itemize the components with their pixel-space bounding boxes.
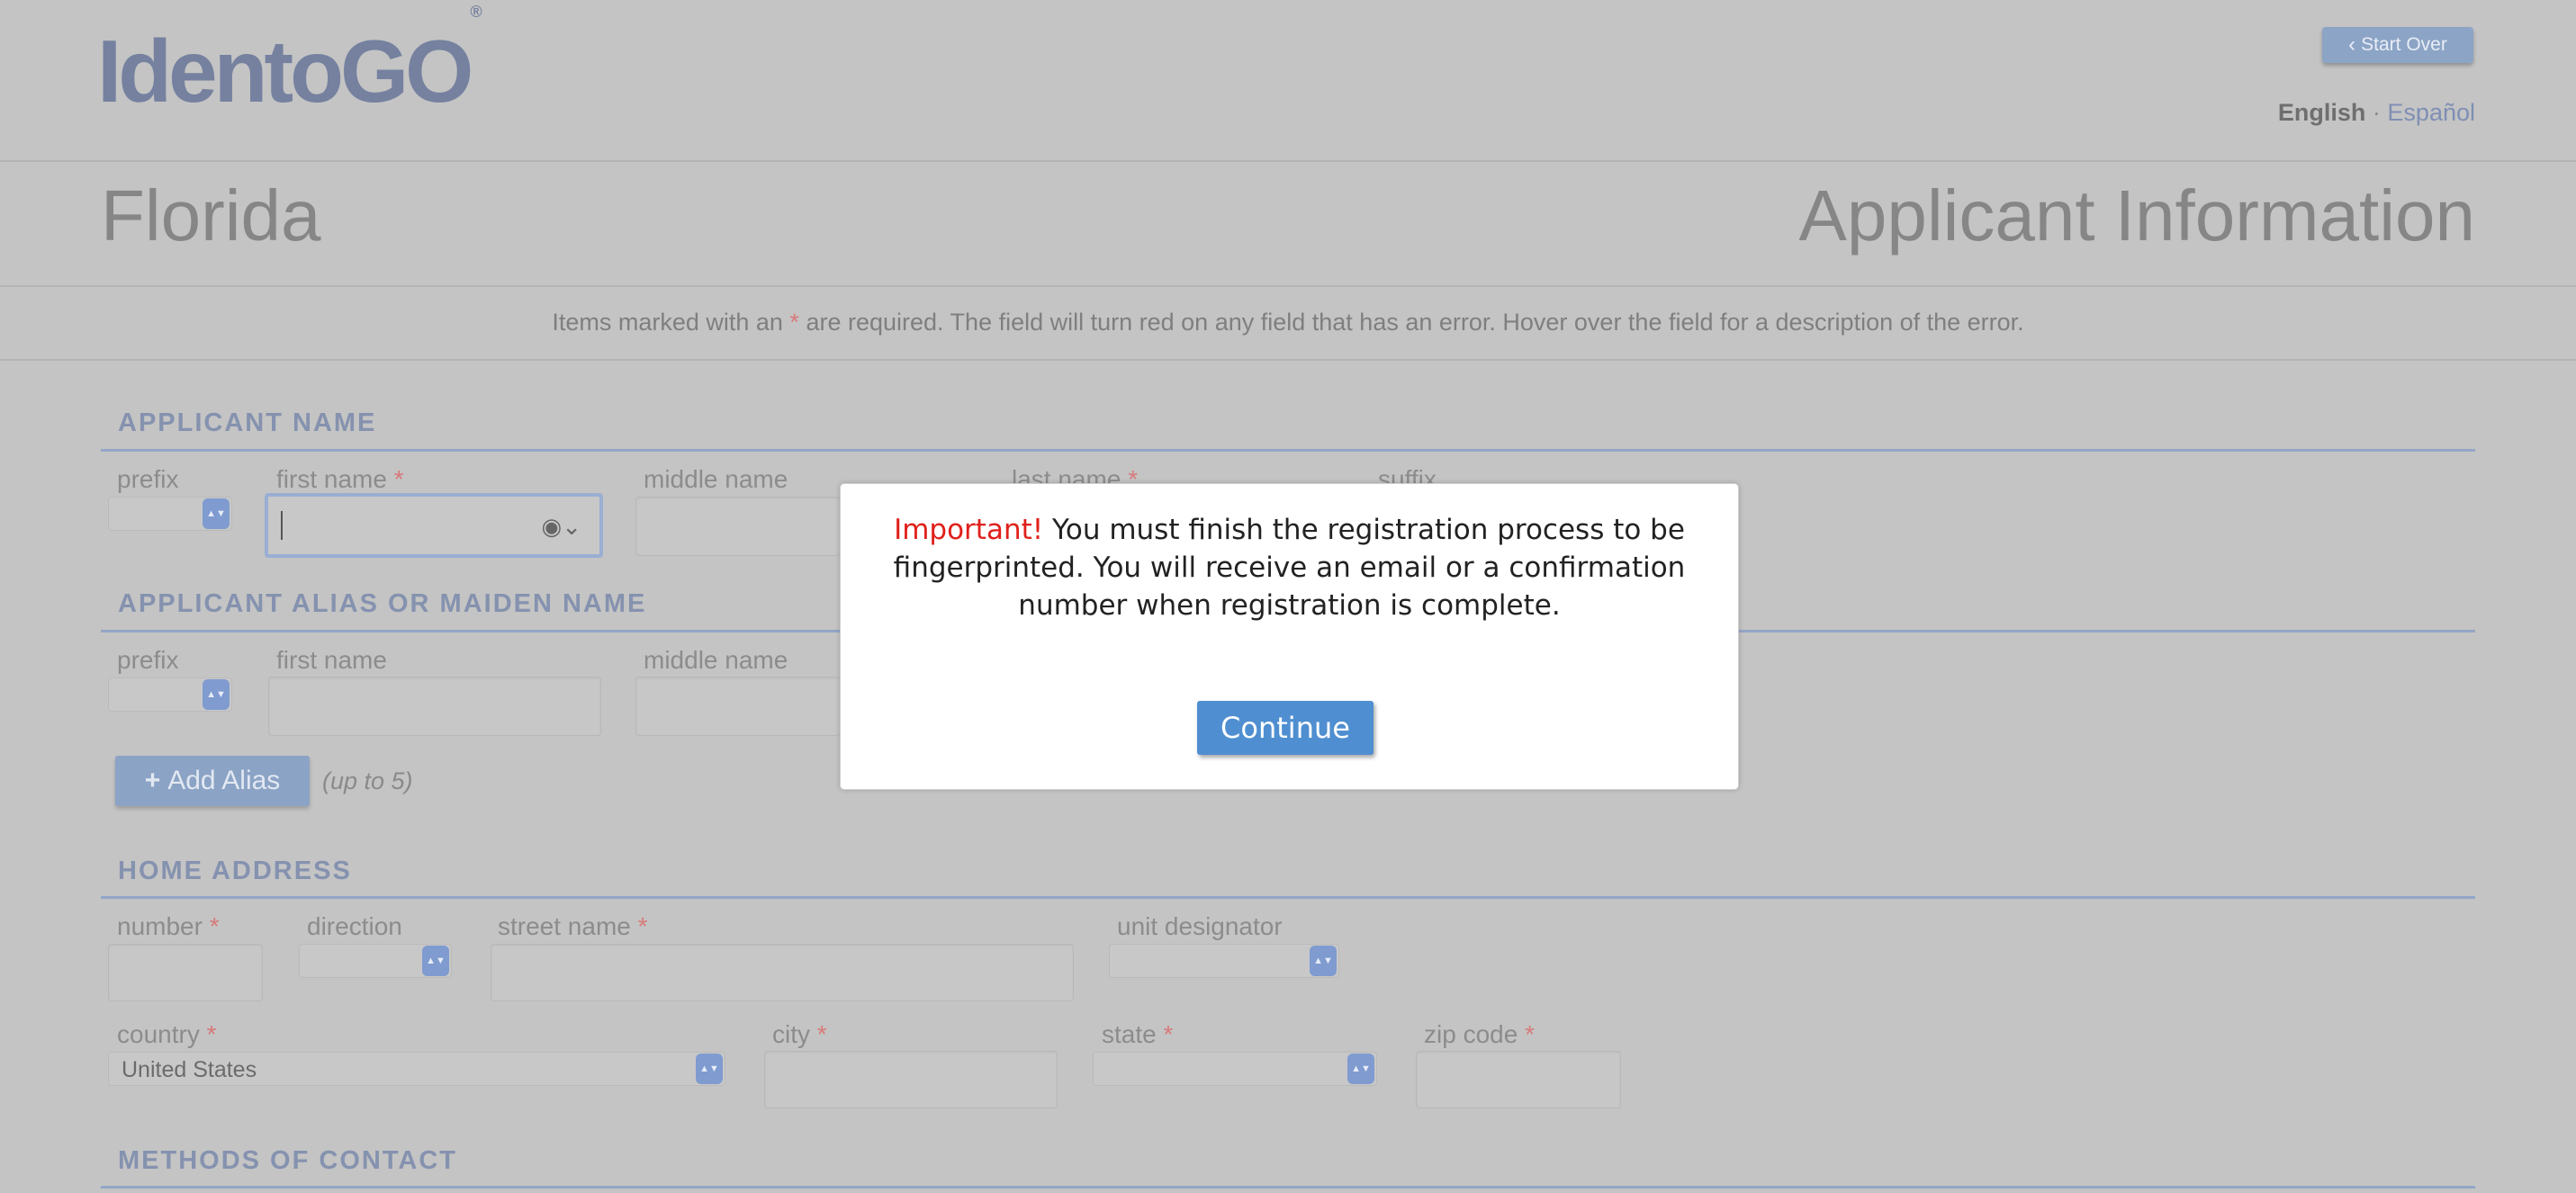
divider: [0, 160, 2576, 162]
state-label: state *: [1102, 1020, 1174, 1048]
continue-button[interactable]: Continue: [1197, 701, 1374, 755]
zip-code-input[interactable]: [1416, 1051, 1621, 1108]
prefix-label: prefix: [117, 465, 179, 493]
middle-name-label: middle name: [644, 465, 788, 493]
unit-designator-label: unit designator: [1117, 912, 1283, 940]
zip-code-label: zip code *: [1424, 1020, 1535, 1048]
first-name-label: first name *: [276, 465, 404, 493]
alias-first-name-label: first name: [276, 646, 387, 674]
contact-autofill-icon[interactable]: ◉⌄: [542, 515, 581, 538]
lang-english[interactable]: English: [2278, 99, 2366, 126]
select-arrows-icon: ▲▼: [422, 946, 449, 976]
language-switcher: English · Español: [2277, 99, 2475, 126]
state-title: Florida: [101, 175, 321, 256]
section-methods-of-contact: METHODS OF CONTACT: [118, 1146, 457, 1175]
number-input[interactable]: [108, 944, 263, 1001]
direction-select[interactable]: ▲▼: [299, 944, 452, 978]
divider: [0, 359, 2576, 361]
page-title: Applicant Information: [1798, 175, 2475, 256]
section-line: [101, 896, 2475, 899]
street-name-label: street name *: [498, 912, 648, 940]
select-arrows-icon: ▲▼: [1347, 1054, 1374, 1084]
select-arrows-icon: ▲▼: [203, 498, 230, 529]
chevron-left-icon: ‹: [2348, 32, 2356, 57]
start-over-button[interactable]: ‹ Start Over: [2322, 27, 2473, 63]
section-alias: APPLICANT ALIAS OR MAIDEN NAME: [118, 589, 647, 618]
section-home-address: HOME ADDRESS: [118, 857, 352, 885]
select-arrows-icon: ▲▼: [203, 679, 230, 710]
section-line: [101, 1186, 2475, 1189]
divider: [0, 285, 2576, 287]
text-cursor: [281, 511, 283, 540]
state-select[interactable]: ▲▼: [1093, 1052, 1377, 1086]
important-label: Important!: [894, 514, 1044, 546]
first-name-input[interactable]: ◉⌄: [265, 493, 603, 558]
country-value: United States: [122, 1057, 257, 1082]
middle-name-input[interactable]: [635, 497, 841, 556]
number-label: number *: [117, 912, 220, 940]
plus-icon: +: [144, 766, 161, 795]
unit-designator-select[interactable]: ▲▼: [1109, 944, 1339, 978]
select-arrows-icon: ▲▼: [696, 1054, 723, 1084]
add-alias-button[interactable]: + Add Alias: [115, 756, 310, 806]
required-notice: Items marked with an * are required. The…: [552, 309, 2024, 336]
street-name-input[interactable]: [491, 944, 1074, 1001]
alias-middle-name-label: middle name: [644, 646, 788, 674]
lang-espanol[interactable]: Español: [2387, 99, 2475, 126]
alias-middle-name-input[interactable]: [635, 677, 841, 736]
country-label: country *: [117, 1020, 217, 1048]
modal-message: Important! You must finish the registrat…: [893, 514, 1686, 622]
city-input[interactable]: [764, 1051, 1058, 1108]
prefix-select[interactable]: ▲▼: [108, 497, 232, 531]
country-select[interactable]: United States ▲▼: [108, 1052, 725, 1086]
alias-prefix-label: prefix: [117, 646, 179, 674]
direction-label: direction: [307, 912, 402, 940]
registration-modal: Important! You must finish the registrat…: [840, 483, 1739, 790]
select-arrows-icon: ▲▼: [1310, 946, 1337, 976]
alias-limit-note: (up to 5): [322, 767, 413, 794]
identogo-logo: IdentoGO®: [97, 3, 482, 121]
section-applicant-name: APPLICANT NAME: [118, 408, 377, 437]
alias-first-name-input[interactable]: [268, 677, 601, 736]
city-label: city *: [772, 1020, 827, 1048]
section-line: [101, 449, 2475, 452]
alias-prefix-select[interactable]: ▲▼: [108, 677, 232, 712]
